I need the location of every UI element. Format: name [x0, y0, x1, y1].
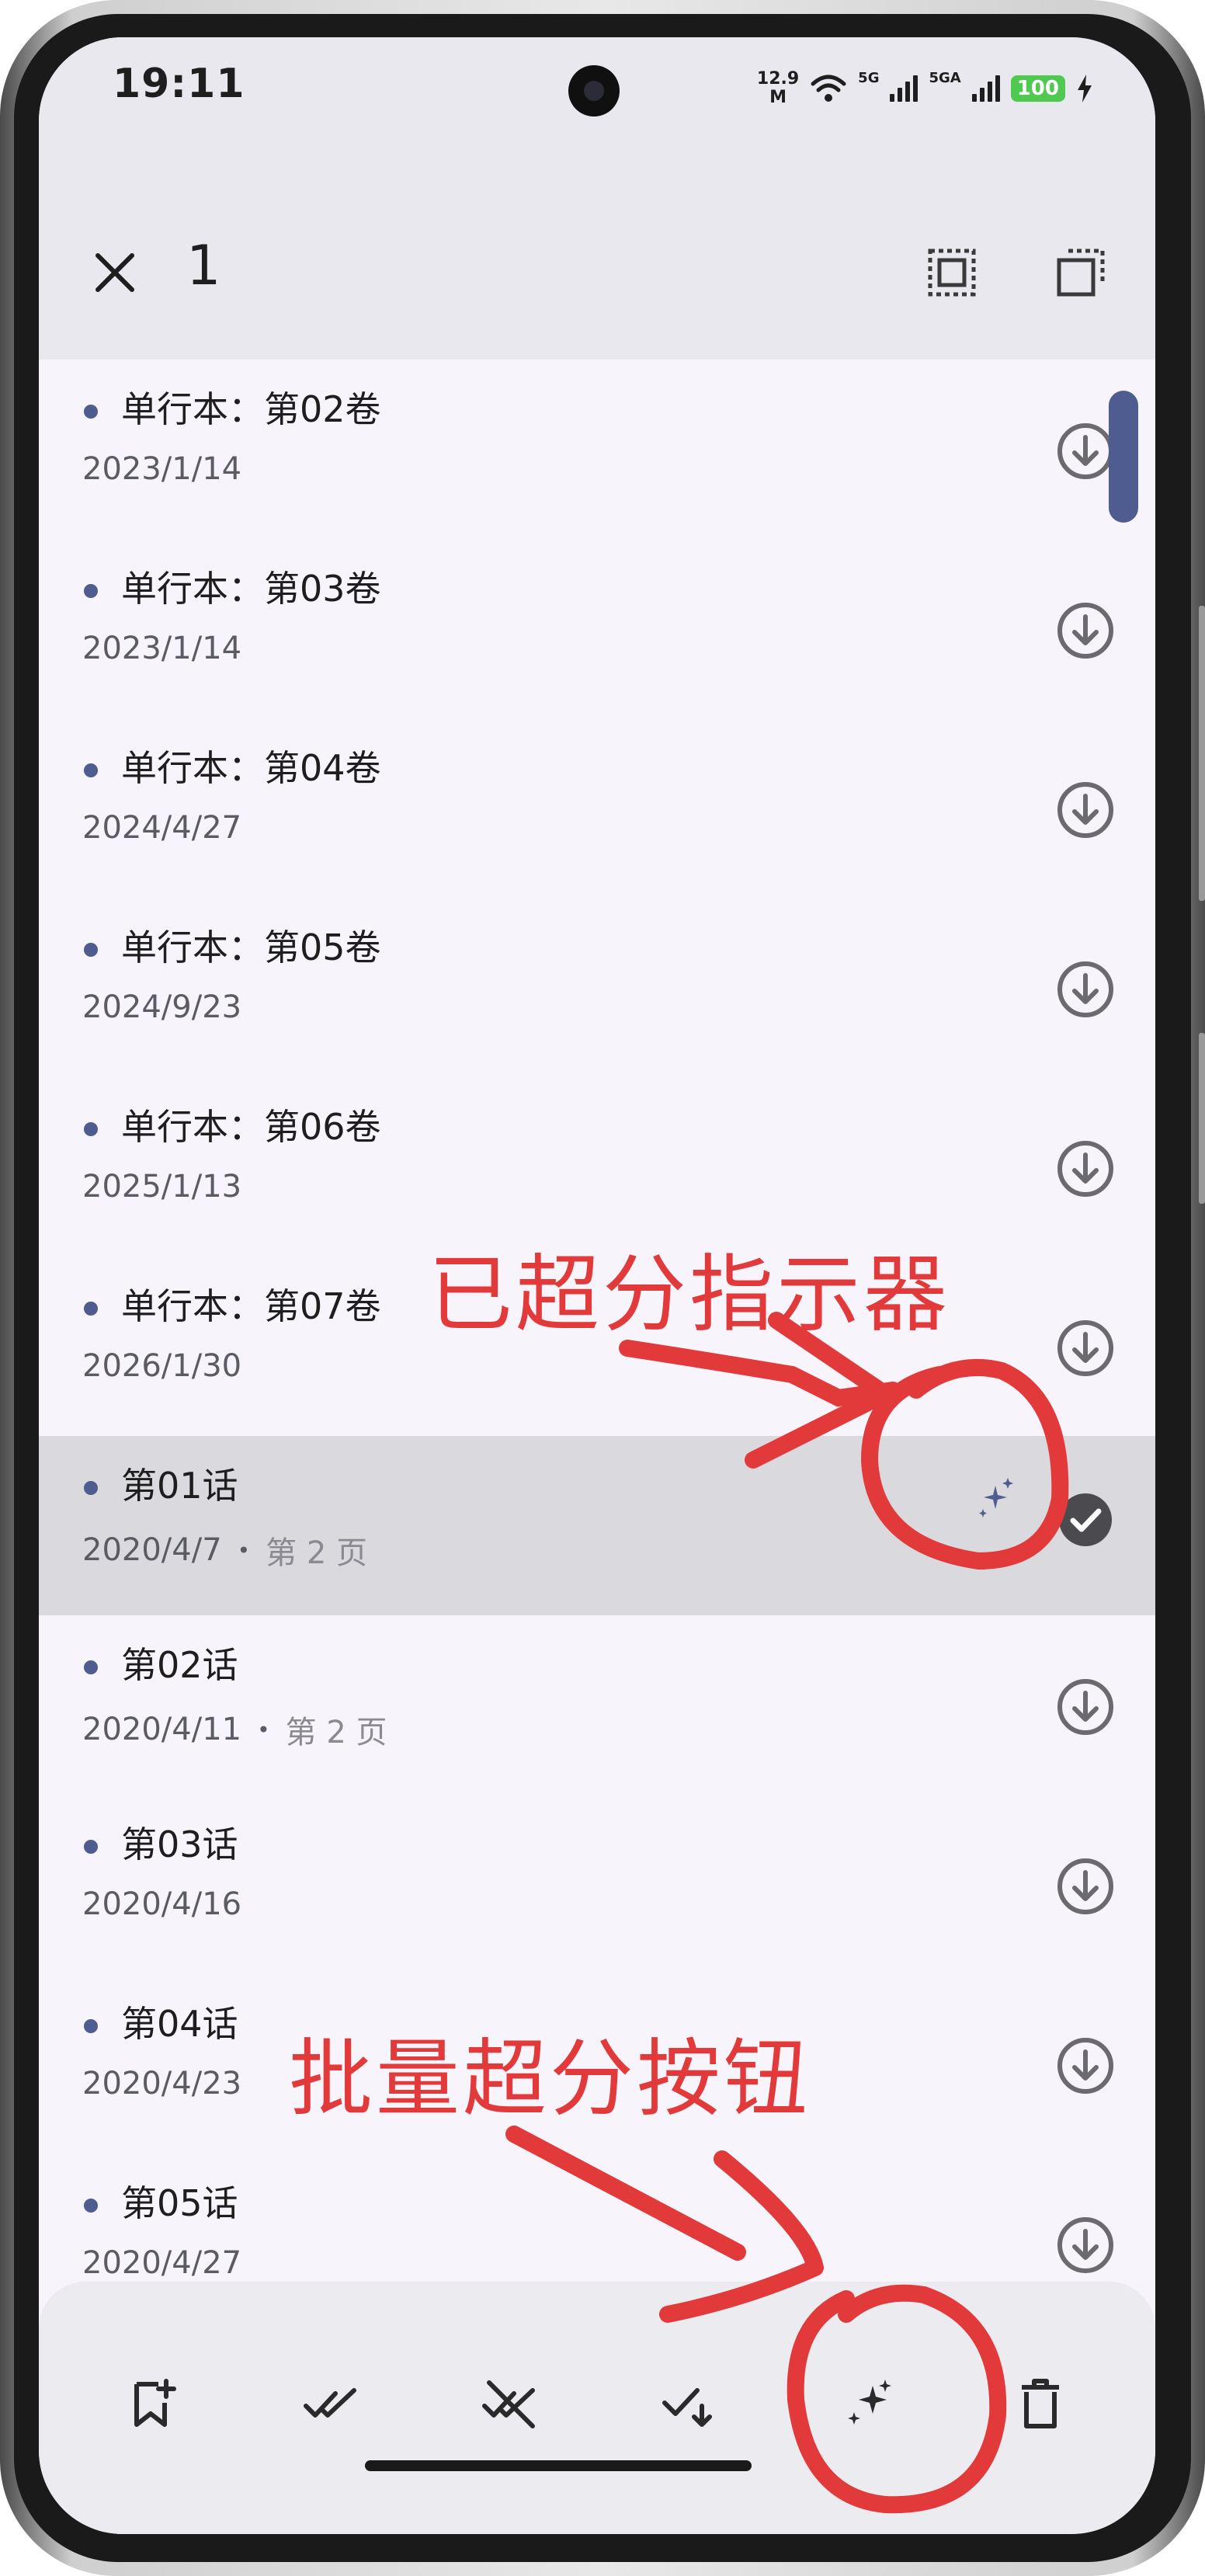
chapter-row[interactable]: 第01话 2020/4/7 • 第 2 页: [39, 1436, 1155, 1615]
mark-read-icon[interactable]: [303, 2375, 362, 2434]
chapter-title: 单行本：第04卷: [121, 747, 381, 789]
front-camera: [568, 65, 620, 116]
chapter-title: 单行本：第07卷: [121, 1285, 381, 1327]
chapter-meta: 2020/4/11 • 第 2 页: [82, 1707, 387, 1752]
close-icon[interactable]: [92, 249, 138, 296]
chapter-date: 2024/4/27: [82, 810, 242, 846]
invert-selection-icon[interactable]: [1053, 245, 1109, 301]
chapter-date: 2023/1/14: [82, 451, 242, 487]
chapter-row[interactable]: 单行本：第05卷 2024/9/23: [39, 898, 1155, 1077]
net-speed: 12.9 M: [756, 69, 800, 107]
selection-toolbar: 1: [39, 181, 1155, 360]
mark-unread-icon[interactable]: [481, 2375, 540, 2434]
signal-bars-2: [971, 75, 1000, 102]
unread-dot: [84, 1302, 98, 1316]
chapter-title: 第01话: [121, 1465, 238, 1507]
charging-icon: [1078, 75, 1092, 103]
download-icon[interactable]: [1054, 1138, 1116, 1200]
download-icon[interactable]: [1054, 600, 1116, 662]
chapter-meta: 2020/4/27: [82, 2245, 241, 2281]
chapter-meta: 2023/1/14: [82, 451, 241, 487]
download-icon[interactable]: [1054, 420, 1116, 482]
signal-type-2: 5GA: [929, 69, 961, 86]
scrollbar-thumb[interactable]: [1109, 391, 1138, 523]
chapter-date: 2020/4/7: [82, 1532, 222, 1568]
chapter-meta: 2020/4/23: [82, 2066, 241, 2101]
unread-dot: [84, 584, 98, 598]
chapter-row[interactable]: 单行本：第03卷 2023/1/14: [39, 539, 1155, 718]
bottom-action-bar: [39, 2282, 1155, 2534]
chapter-row[interactable]: 第02话 2020/4/11 • 第 2 页: [39, 1615, 1155, 1795]
status-icons: 12.9 M 5G 5GA 100: [757, 65, 1093, 112]
chapter-title: 单行本：第05卷: [121, 926, 381, 968]
download-icon[interactable]: [1054, 2035, 1116, 2097]
last-page-read: 第 2 页: [266, 1535, 368, 1571]
annotation-batch-button-label: 批量超分按钮: [289, 2031, 811, 2128]
unread-dot: [84, 405, 98, 419]
chapter-row[interactable]: 单行本：第02卷 2023/1/14: [39, 360, 1155, 539]
mark-previous-read-icon[interactable]: [660, 2375, 719, 2434]
chapter-date: 2026/1/30: [82, 1348, 242, 1384]
chapter-row[interactable]: 单行本：第04卷 2024/4/27: [39, 718, 1155, 898]
chapter-meta: 2026/1/30: [82, 1348, 241, 1384]
chapter-row[interactable]: 第03话 2020/4/16: [39, 1795, 1155, 1974]
meta-separator: •: [237, 1537, 251, 1563]
batch-upscale-sparkle-icon[interactable]: [839, 2375, 898, 2434]
upscaled-sparkle-icon: [979, 1478, 1013, 1517]
unread-dot: [84, 1481, 98, 1495]
downloaded-check-icon[interactable]: [1054, 1489, 1116, 1551]
unread-dot: [84, 1660, 98, 1674]
selected-count: 1: [186, 234, 221, 297]
select-all-icon[interactable]: [924, 245, 980, 301]
chapter-title: 单行本：第03卷: [121, 568, 381, 610]
volume-button: [1199, 606, 1205, 901]
download-icon[interactable]: [1054, 958, 1116, 1020]
chapter-date: 2023/1/14: [82, 631, 242, 666]
unread-dot: [84, 1840, 98, 1854]
chapter-date: 2020/4/27: [82, 2245, 242, 2281]
chapter-meta: 2025/1/13: [82, 1169, 241, 1205]
unread-dot: [84, 763, 98, 777]
chapter-date: 2025/1/13: [82, 1169, 242, 1205]
chapter-title: 第03话: [121, 1823, 238, 1865]
chapter-date: 2020/4/16: [82, 1886, 242, 1922]
home-indicator[interactable]: [365, 2460, 752, 2471]
chapter-date: 2024/9/23: [82, 989, 242, 1025]
chapter-title: 第02话: [121, 1644, 238, 1686]
download-icon[interactable]: [1054, 1317, 1116, 1379]
signal-type-1: 5G: [858, 69, 880, 86]
chapter-title: 第05话: [121, 2182, 238, 2224]
unread-dot: [84, 2199, 98, 2213]
annotation-indicator-label: 已超分指示器: [429, 1246, 951, 1344]
status-time: 19:11: [113, 61, 245, 107]
unread-dot: [84, 943, 98, 957]
chapter-title: 单行本：第06卷: [121, 1106, 381, 1148]
status-bar: 19:11 12.9 M 5G 5GA 100: [39, 37, 1155, 181]
meta-separator: •: [257, 1716, 270, 1743]
power-button: [1199, 1033, 1205, 1204]
unread-dot: [84, 1122, 98, 1136]
unread-dot: [84, 2019, 98, 2033]
download-icon[interactable]: [1054, 1855, 1116, 1917]
last-page-read: 第 2 页: [285, 1715, 387, 1750]
chapter-title: 第04话: [121, 2003, 238, 2045]
chapter-meta: 2020/4/7 • 第 2 页: [82, 1528, 367, 1573]
download-icon[interactable]: [1054, 2214, 1116, 2276]
chapter-date: 2020/4/11: [82, 1712, 242, 1747]
chapter-date: 2020/4/23: [82, 2066, 242, 2101]
chapter-title: 单行本：第02卷: [121, 388, 381, 430]
chapter-meta: 2024/4/27: [82, 810, 241, 846]
signal-bars-1: [890, 75, 919, 102]
battery-level: 100: [1010, 75, 1065, 102]
chapter-meta: 2023/1/14: [82, 631, 241, 666]
download-icon[interactable]: [1054, 779, 1116, 841]
download-icon[interactable]: [1054, 1676, 1116, 1738]
chapter-meta: 2020/4/16: [82, 1886, 241, 1922]
chapter-meta: 2024/9/23: [82, 989, 241, 1025]
delete-icon[interactable]: [1011, 2375, 1070, 2434]
wifi-icon: [811, 75, 846, 102]
bookmark-add-icon[interactable]: [124, 2375, 183, 2434]
